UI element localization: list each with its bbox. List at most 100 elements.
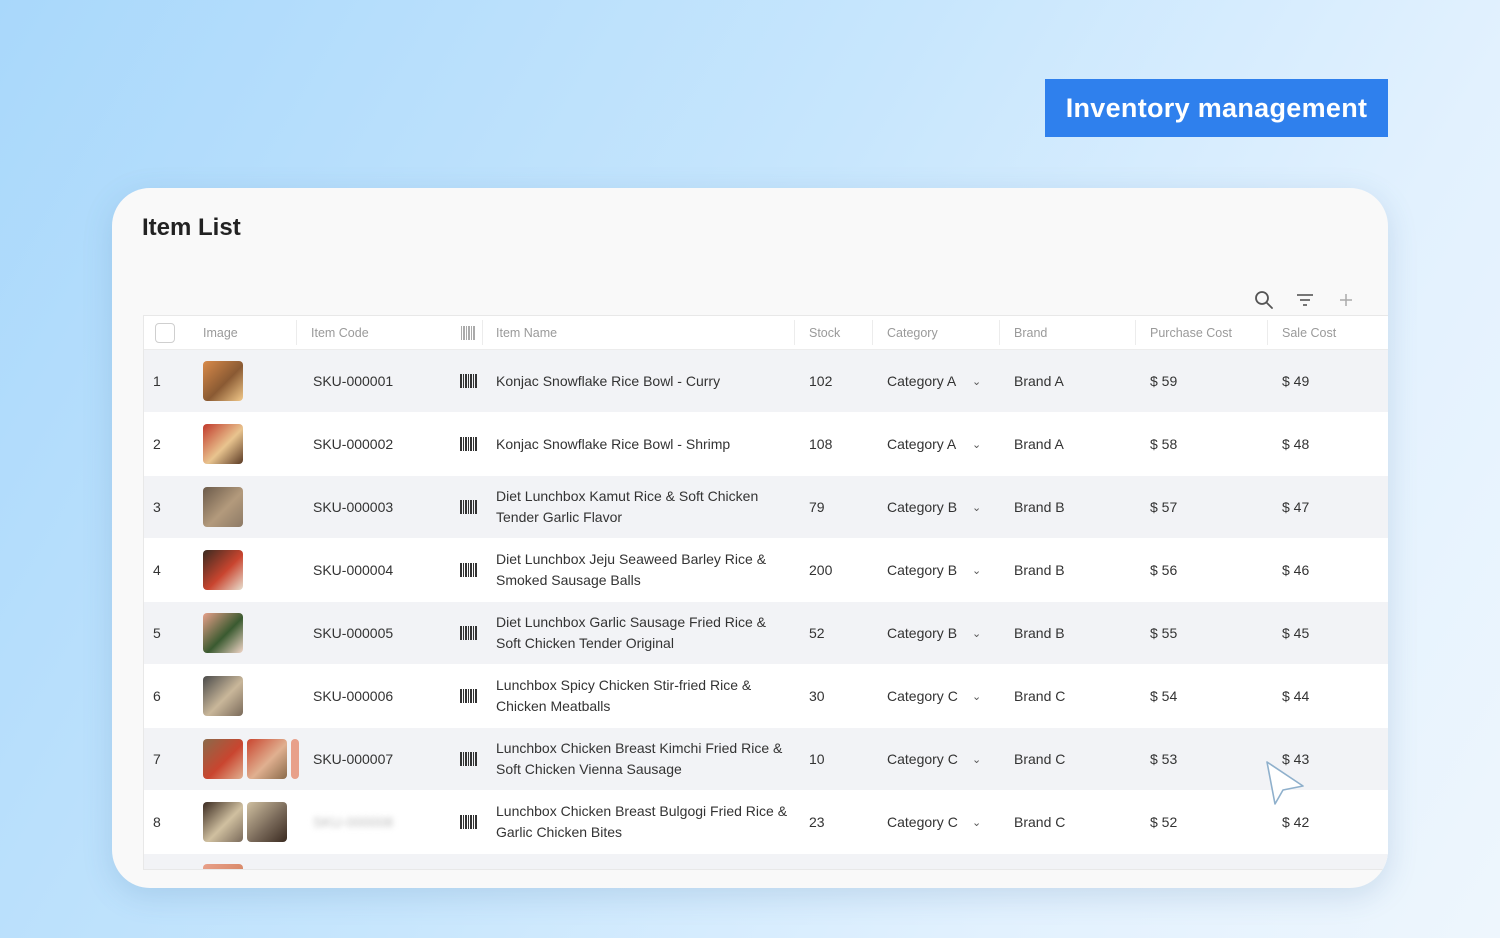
stock-value: 52	[809, 625, 825, 641]
product-thumbnail[interactable]	[203, 739, 243, 779]
item-name: Diet Lunchbox Kamut Rice & Soft Chicken …	[496, 488, 759, 525]
category-select[interactable]: Category C	[887, 791, 958, 853]
row-number: 6	[153, 688, 161, 704]
image-cell	[203, 854, 247, 869]
sale-cost-value: $ 45	[1282, 625, 1310, 641]
product-thumbnail[interactable]	[203, 802, 243, 842]
barcode-icon[interactable]	[460, 752, 478, 766]
category-select[interactable]: Category C	[887, 728, 958, 790]
item-table: Image Item Code Item Name Stock Category…	[143, 315, 1388, 870]
barcode-icon[interactable]	[460, 815, 478, 829]
product-thumbnail[interactable]	[203, 424, 243, 464]
stock-value: 108	[809, 436, 833, 452]
page-title: Item List	[142, 214, 241, 241]
product-thumbnail[interactable]	[247, 739, 287, 779]
header-stock: Stock	[809, 325, 841, 340]
table-row[interactable]: 8 SKU-000008 Lunchbox Chicken Breast Bulgo…	[144, 791, 1388, 854]
image-cell	[203, 665, 247, 727]
barcode-icon[interactable]	[460, 626, 478, 640]
mouse-pointer-icon	[1266, 761, 1304, 805]
image-cell	[203, 602, 247, 664]
brand-value: Brand B	[1014, 625, 1065, 641]
category-select[interactable]: Category B	[887, 476, 957, 538]
header-category: Category	[887, 325, 938, 340]
purchase-cost-value: $ 53	[1150, 751, 1178, 767]
brand-value: Brand A	[1014, 436, 1064, 452]
table-row[interactable]: 6 SKU-000006 Lunchbox Spicy Chicken Stir-f…	[144, 665, 1388, 728]
product-thumbnail[interactable]	[203, 864, 243, 869]
header-sale-cost: Sale Cost	[1282, 325, 1337, 340]
category-select[interactable]: Category B	[887, 602, 957, 664]
category-select[interactable]: Category A	[887, 413, 956, 475]
item-name: Diet Lunchbox Jeju Seaweed Barley Rice &…	[496, 551, 767, 588]
row-number: 8	[153, 814, 161, 830]
table-row[interactable]: 7 SKU-000007 Lunchbox Chicken Breast Kimch…	[144, 728, 1388, 791]
sale-cost-value: $ 47	[1282, 499, 1310, 515]
table-header: Image Item Code Item Name Stock Category…	[144, 316, 1388, 350]
header-item-code: Item Code	[311, 325, 369, 340]
item-name: Konjac Snowflake Rice Bowl - Curry	[496, 372, 721, 389]
purchase-cost-value: $ 54	[1150, 688, 1178, 704]
sale-cost-value: $ 44	[1282, 688, 1310, 704]
item-code: SKU-000001	[313, 373, 394, 389]
search-button[interactable]	[1243, 280, 1284, 320]
category-select[interactable]: Category A	[887, 350, 956, 412]
stock-value: 10	[809, 751, 825, 767]
row-number: 1	[153, 373, 161, 389]
category-select[interactable]: Category C	[887, 665, 958, 727]
chevron-down-icon[interactable]: ⌄	[972, 791, 981, 853]
image-cell	[203, 350, 247, 412]
barcode-icon[interactable]	[460, 689, 478, 703]
item-list-card: Item List Image Item Code Item Name Stoc…	[112, 188, 1388, 888]
chevron-down-icon[interactable]: ⌄	[972, 350, 981, 412]
product-thumbnail[interactable]	[203, 613, 243, 653]
item-name: Diet Lunchbox Garlic Sausage Fried Rice …	[496, 614, 767, 651]
purchase-cost-value: $ 52	[1150, 814, 1178, 830]
header-purchase-cost: Purchase Cost	[1150, 325, 1232, 340]
image-cell	[203, 791, 291, 853]
table-row[interactable]: 2 SKU-000002 Konjac Snowflake Rice Bowl - …	[144, 413, 1388, 476]
table-row[interactable]: 4 SKU-000004 Diet Lunchbox Jeju Seaweed Ba…	[144, 539, 1388, 602]
table-body: 1 SKU-000001 Konjac Snowflake Rice Bowl - …	[144, 350, 1388, 869]
chevron-down-icon[interactable]: ⌄	[972, 602, 981, 664]
barcode-icon[interactable]	[460, 437, 478, 451]
purchase-cost-value: $ 55	[1150, 625, 1178, 641]
row-number: 3	[153, 499, 161, 515]
add-item-button[interactable]	[1325, 280, 1366, 320]
table-row[interactable]: 5 SKU-000005 Diet Lunchbox Garlic Sausage …	[144, 602, 1388, 665]
purchase-cost-value: $ 57	[1150, 499, 1178, 515]
item-code: SKU-000002	[313, 436, 394, 452]
image-cell	[203, 728, 303, 790]
chevron-down-icon[interactable]: ⌄	[972, 728, 981, 790]
product-thumbnail[interactable]	[247, 802, 287, 842]
chevron-down-icon[interactable]: ⌄	[972, 413, 981, 475]
barcode-icon[interactable]	[460, 500, 478, 514]
header-brand: Brand	[1014, 325, 1048, 340]
item-code: SKU-000007	[313, 751, 394, 767]
barcode-icon[interactable]	[460, 563, 478, 577]
product-thumbnail[interactable]	[291, 739, 299, 779]
table-toolbar	[1243, 280, 1366, 320]
chevron-down-icon[interactable]: ⌄	[972, 665, 981, 727]
product-thumbnail[interactable]	[203, 676, 243, 716]
table-row[interactable]: Lunchbox Chicken Breast Garlic Fried Ric…	[144, 854, 1388, 869]
purchase-cost-value: $ 58	[1150, 436, 1178, 452]
item-code: SKU-000003	[313, 499, 394, 515]
stock-value: 23	[809, 814, 825, 830]
row-number: 7	[153, 751, 161, 767]
purchase-cost-value: $ 59	[1150, 373, 1178, 389]
product-thumbnail[interactable]	[203, 487, 243, 527]
product-thumbnail[interactable]	[203, 550, 243, 590]
table-row[interactable]: 3 SKU-000003 Diet Lunchbox Kamut Rice & So…	[144, 476, 1388, 539]
select-all-checkbox[interactable]	[155, 322, 175, 343]
header-image: Image	[203, 325, 238, 340]
chevron-down-icon[interactable]: ⌄	[972, 539, 981, 601]
filter-button[interactable]	[1284, 280, 1325, 320]
row-number: 4	[153, 562, 161, 578]
category-select[interactable]: Category B	[887, 539, 957, 601]
product-thumbnail[interactable]	[203, 361, 243, 401]
brand-value: Brand B	[1014, 562, 1065, 578]
chevron-down-icon[interactable]: ⌄	[972, 476, 981, 538]
table-row[interactable]: 1 SKU-000001 Konjac Snowflake Rice Bowl - …	[144, 350, 1388, 413]
barcode-icon[interactable]	[460, 374, 478, 388]
